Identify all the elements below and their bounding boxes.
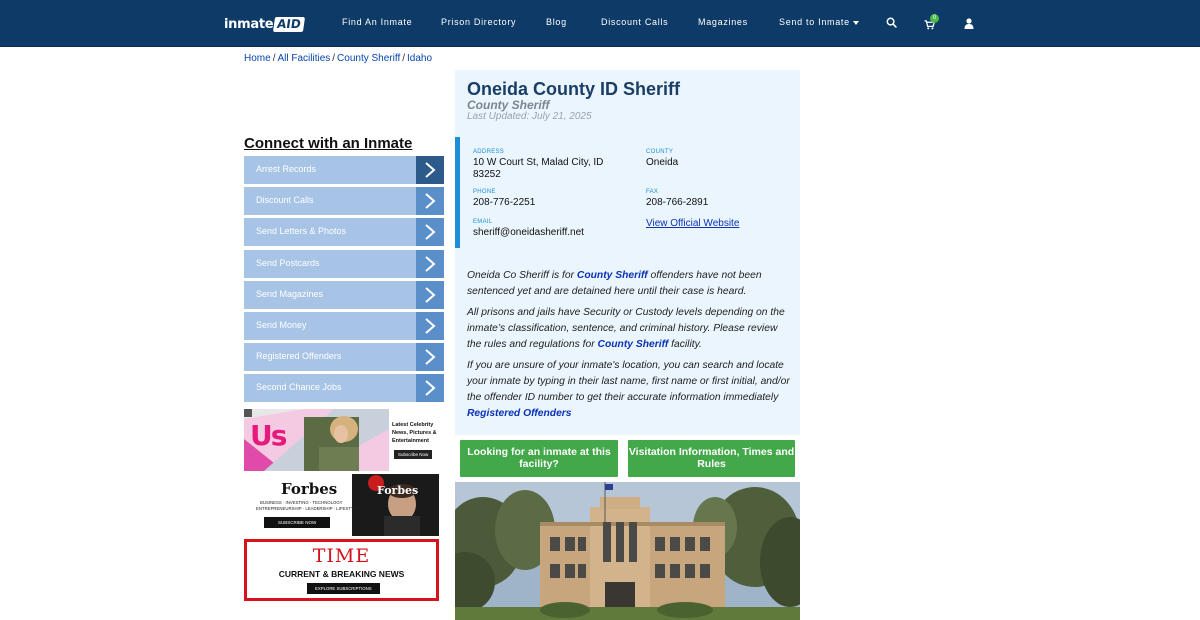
forbes-cta[interactable]: SUBSCRIBE NOW bbox=[264, 517, 331, 528]
sidebar-item-label: Discount Calls bbox=[256, 195, 314, 206]
registered-offenders-link[interactable]: Registered Offenders bbox=[467, 408, 572, 419]
cart-count-badge: 0 bbox=[930, 14, 939, 23]
chevron-right-icon bbox=[416, 218, 444, 247]
breadcrumb-home[interactable]: Home bbox=[244, 53, 271, 64]
sidebar-item-discount-calls[interactable]: Discount Calls bbox=[244, 187, 444, 216]
description-paragraph-2: All prisons and jails have Security or C… bbox=[467, 305, 792, 353]
sidebar-menu: Arrest Records Discount Calls Send Lette… bbox=[244, 156, 444, 406]
chevron-right-icon bbox=[416, 280, 444, 309]
sidebar-item-label: Arrest Records bbox=[256, 164, 317, 174]
nav-send-to-inmate-label: Send to Inmate bbox=[779, 17, 850, 27]
county-label: COUNTY bbox=[646, 149, 674, 155]
sidebar-item-label: Send Letters & Photos bbox=[256, 226, 347, 237]
us-weekly-tagline-2: News, Pictures & bbox=[392, 430, 437, 436]
sidebar-item-label: Send Money bbox=[256, 319, 307, 330]
breadcrumb-county-sheriff[interactable]: County Sheriff bbox=[337, 53, 400, 64]
chevron-right-icon bbox=[416, 311, 444, 340]
nav-magazines[interactable]: Magazines bbox=[698, 17, 748, 27]
sidebar-item-send-postcards[interactable]: Send Postcards bbox=[244, 249, 444, 278]
nav-prison-directory[interactable]: Prison Directory bbox=[441, 17, 516, 27]
sidebar-item-label: Second Chance Jobs bbox=[256, 382, 342, 393]
ad-forbes[interactable]: Forbes Forbes BUSINESS · INVESTING · TEC… bbox=[244, 474, 439, 536]
facility-type: County Sheriff bbox=[467, 98, 550, 112]
chevron-right-icon bbox=[416, 187, 444, 216]
nav-send-to-inmate[interactable]: Send to Inmate bbox=[779, 17, 859, 27]
address-line-2: 83252 bbox=[473, 169, 501, 180]
chevron-right-icon bbox=[416, 343, 444, 372]
search-icon[interactable] bbox=[886, 15, 898, 28]
phone-label: PHONE bbox=[473, 189, 496, 195]
forbes-tagline-1: BUSINESS · INVESTING · TECHNOLOGY bbox=[260, 500, 343, 505]
description-paragraph-1: Oneida Co Sheriff is for County Sheriff … bbox=[467, 268, 792, 300]
time-cta[interactable]: EXPLORE SUBSCRIPTIONS bbox=[307, 583, 380, 594]
breadcrumb: Home / All Facilities / County Sheriff / Idaho bbox=[244, 53, 432, 64]
sidebar-item-label: Registered Offenders bbox=[256, 351, 342, 362]
facility-card: Oneida County ID Sheriff County Sheriff … bbox=[455, 70, 800, 435]
ad-time[interactable]: TIME CURRENT & BREAKING NEWS EXPLORE SUB… bbox=[244, 539, 439, 601]
nav-find-inmate[interactable]: Find An Inmate bbox=[342, 17, 412, 27]
county-sheriff-link[interactable]: County Sheriff bbox=[598, 339, 669, 350]
breadcrumb-separator: / bbox=[332, 53, 336, 64]
ad-us-weekly[interactable]: Us Latest Celebrity News, Pictures & Ent… bbox=[244, 409, 439, 471]
email-value: sheriff@oneidasheriff.net bbox=[473, 227, 584, 238]
description-text: Oneida Co Sheriff is for bbox=[467, 270, 577, 281]
top-navbar: inmate AID Find An Inmate Prison Directo… bbox=[0, 0, 1200, 47]
facility-photo bbox=[455, 482, 800, 620]
county-sheriff-link[interactable]: County Sheriff bbox=[577, 270, 648, 281]
email-label: EMAIL bbox=[473, 219, 493, 225]
page-title: Oneida County ID Sheriff bbox=[467, 79, 681, 99]
sidebar-item-registered-offenders[interactable]: Registered Offenders bbox=[244, 343, 444, 372]
sidebar-item-arrest-records[interactable]: Arrest Records bbox=[244, 156, 444, 184]
description-paragraph-3: If you are unsure of your inmate's locat… bbox=[467, 358, 792, 422]
nav-blog[interactable]: Blog bbox=[546, 17, 567, 27]
logo-text-main: inmate bbox=[224, 16, 274, 32]
time-tagline: CURRENT & BREAKING NEWS bbox=[278, 569, 405, 579]
sidebar-item-send-money[interactable]: Send Money bbox=[244, 311, 444, 340]
chevron-right-icon bbox=[416, 156, 444, 184]
find-inmate-button[interactable]: Looking for an inmate at this facility? bbox=[460, 440, 618, 477]
us-weekly-cta[interactable]: Subscribe Now bbox=[394, 450, 433, 459]
visitation-info-button[interactable]: Visitation Information, Times and Rules bbox=[628, 440, 795, 477]
us-weekly-tagline-3: Entertainment bbox=[392, 438, 429, 444]
sidebar-item-send-magazines[interactable]: Send Magazines bbox=[244, 280, 444, 309]
description-text: facility. bbox=[668, 339, 702, 350]
county-value: Oneida bbox=[646, 157, 679, 168]
time-logo: TIME bbox=[312, 545, 371, 567]
breadcrumb-all-facilities[interactable]: All Facilities bbox=[277, 53, 330, 64]
sidebar-item-label: Send Postcards bbox=[256, 257, 320, 268]
us-weekly-tagline-1: Latest Celebrity bbox=[392, 422, 434, 428]
address-label: ADDRESS bbox=[473, 149, 505, 155]
site-logo[interactable]: inmate AID bbox=[224, 14, 306, 34]
forbes-tagline-2: ENTREPRENEURSHIP · LEADERSHIP · LIFESTYL… bbox=[256, 506, 359, 511]
phone-value: 208-776-2251 bbox=[473, 197, 536, 208]
fax-label: FAX bbox=[646, 189, 659, 195]
breadcrumb-separator: / bbox=[272, 53, 276, 64]
forbes-cover-logo: Forbes bbox=[377, 484, 419, 497]
breadcrumb-idaho[interactable]: Idaho bbox=[407, 53, 432, 64]
chevron-down-icon bbox=[852, 20, 859, 25]
chevron-right-icon bbox=[416, 249, 444, 278]
breadcrumb-separator: / bbox=[402, 53, 406, 64]
sidebar-title: Connect with an Inmate bbox=[244, 135, 413, 152]
fax-value: 208-766-2891 bbox=[646, 197, 709, 208]
chevron-right-icon bbox=[416, 374, 444, 403]
sidebar-item-second-chance-jobs[interactable]: Second Chance Jobs bbox=[244, 374, 444, 403]
us-weekly-logo: Us bbox=[250, 419, 287, 452]
facility-info-box: ADDRESS 10 W Court St, Malad City, ID 83… bbox=[455, 137, 800, 248]
official-website-link[interactable]: View Official Website bbox=[646, 218, 739, 229]
sidebar-item-send-letters-photos[interactable]: Send Letters & Photos bbox=[244, 218, 444, 247]
address-line-1: 10 W Court St, Malad City, ID bbox=[473, 157, 604, 168]
nav-discount-calls[interactable]: Discount Calls bbox=[601, 17, 668, 27]
description-text: If you are unsure of your inmate's locat… bbox=[467, 360, 790, 403]
last-updated: Last Updated: July 21, 2025 bbox=[467, 111, 592, 122]
sidebar-item-label: Send Magazines bbox=[256, 288, 324, 299]
user-icon[interactable] bbox=[964, 16, 976, 29]
logo-text-accent: AID bbox=[273, 16, 306, 32]
forbes-logo: Forbes bbox=[281, 480, 338, 498]
